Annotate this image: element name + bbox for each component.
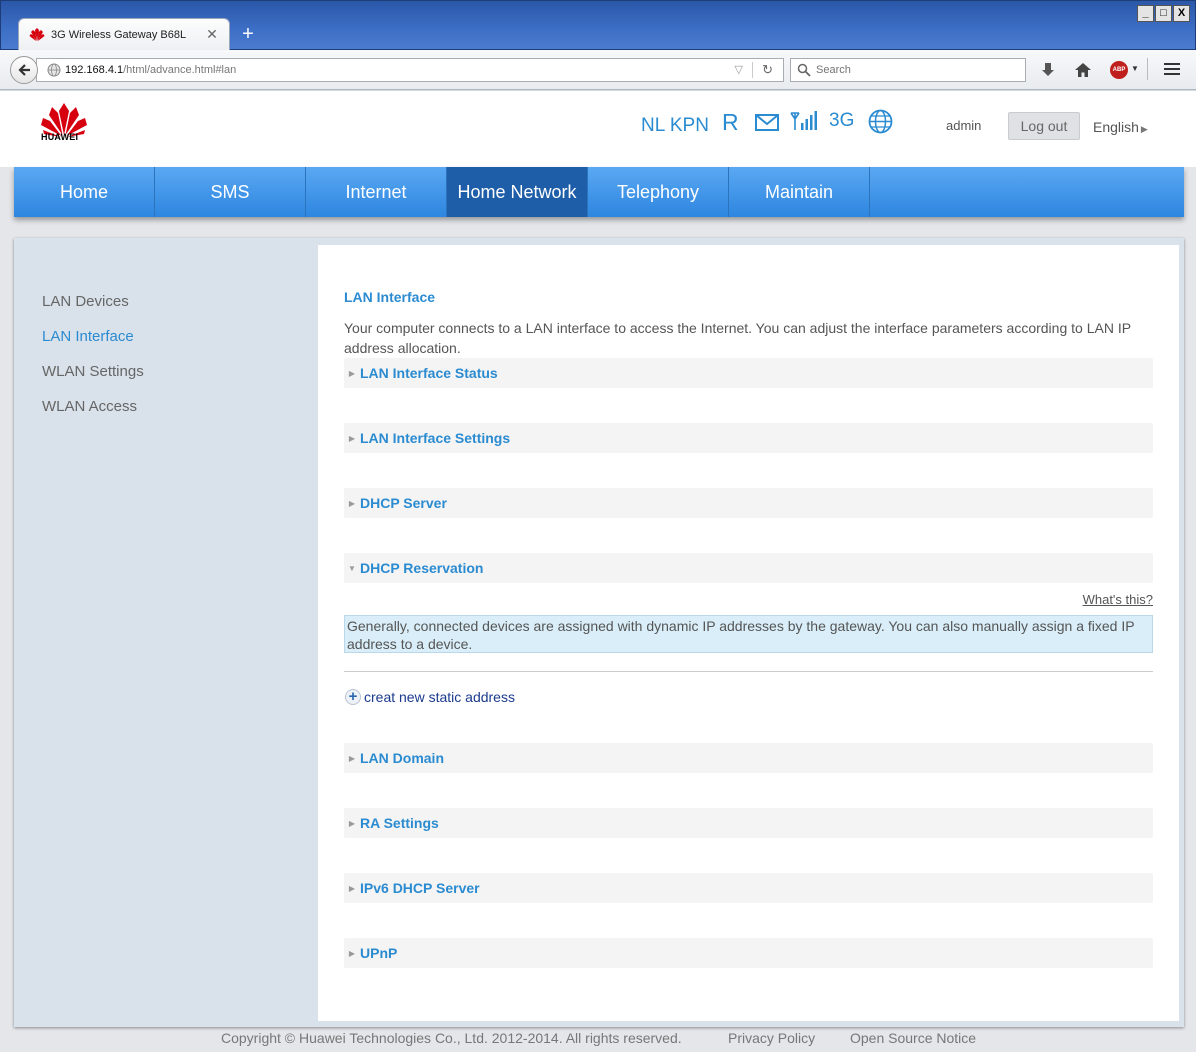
- tab-title: 3G Wireless Gateway B68L: [51, 28, 187, 41]
- back-button[interactable]: [10, 56, 38, 84]
- home-icon[interactable]: [1073, 60, 1093, 80]
- roaming-indicator: R: [722, 109, 739, 135]
- page-description: Your computer connects to a LAN interfac…: [344, 320, 1131, 356]
- signal-bars-icon: [790, 111, 817, 130]
- abp-icon[interactable]: ABP: [1110, 61, 1128, 79]
- section-label: IPv6 DHCP Server: [360, 880, 480, 896]
- search-input[interactable]: [816, 64, 1016, 76]
- page-title: LAN Interface: [344, 289, 436, 305]
- nav-telephony[interactable]: Telephony: [588, 167, 729, 217]
- chevron-right-icon: ▶: [348, 368, 356, 378]
- nav-home-network[interactable]: Home Network: [447, 167, 588, 217]
- section-label: DHCP Reservation: [360, 560, 484, 576]
- hamburger-menu-icon[interactable]: [1162, 60, 1182, 80]
- section-ra-settings[interactable]: ▶ RA Settings: [344, 808, 1153, 838]
- sidebar-item-wlan-access[interactable]: WLAN Access: [42, 398, 137, 415]
- url-separator: [752, 62, 753, 78]
- whats-this-link[interactable]: What's this?: [1083, 592, 1153, 607]
- add-static-address-label: creat new static address: [364, 689, 515, 705]
- sidebar-item-wlan-settings[interactable]: WLAN Settings: [42, 363, 144, 380]
- chevron-down-icon: ▼: [348, 563, 356, 573]
- language-selector[interactable]: English ▶: [1093, 119, 1148, 135]
- username: admin: [946, 118, 982, 133]
- add-static-address-button[interactable]: + creat new static address: [345, 689, 515, 705]
- section-label: DHCP Server: [360, 495, 447, 511]
- chevron-right-icon: ▶: [348, 753, 356, 763]
- section-label: UPnP: [360, 945, 398, 961]
- chevron-right-icon: ▶: [1140, 124, 1148, 134]
- main-navigation: Home SMS Internet Home Network Telephony…: [14, 167, 1184, 217]
- page-footer: Copyright © Huawei Technologies Co., Ltd…: [0, 1029, 1196, 1049]
- back-arrow-icon: [18, 64, 30, 76]
- chevron-right-icon: ▶: [348, 818, 356, 828]
- browser-search-box[interactable]: [790, 58, 1026, 82]
- plus-icon: +: [345, 689, 361, 705]
- section-lan-interface-status[interactable]: ▶ LAN Interface Status: [344, 358, 1153, 388]
- section-label: RA Settings: [360, 815, 439, 831]
- section-label: LAN Interface Status: [360, 365, 498, 381]
- section-dhcp-reservation[interactable]: ▼ DHCP Reservation: [344, 553, 1153, 583]
- operator-name: NL KPN: [641, 115, 709, 136]
- nav-home[interactable]: Home: [14, 167, 155, 217]
- page-header: HUAWEI NL KPN R 3G admin Log out English…: [0, 91, 1196, 167]
- nav-sms[interactable]: SMS: [155, 167, 306, 217]
- sidebar-item-lan-interface[interactable]: LAN Interface: [42, 328, 134, 345]
- reload-icon[interactable]: ↻: [762, 62, 773, 78]
- router-page: HUAWEI NL KPN R 3G admin Log out English…: [0, 91, 1196, 1052]
- section-lan-interface-settings[interactable]: ▶ LAN Interface Settings: [344, 423, 1153, 453]
- close-tab-icon[interactable]: ✕: [205, 26, 219, 43]
- chevron-right-icon: ▶: [348, 948, 356, 958]
- address-bar[interactable]: 192.168.4.1/html/advance.html#lan ▽ ↻: [36, 58, 784, 82]
- globe-icon: [868, 109, 893, 134]
- reservation-info: Generally, connected devices are assigne…: [344, 615, 1153, 653]
- minimize-button[interactable]: _: [1137, 5, 1154, 22]
- nav-maintain[interactable]: Maintain: [729, 167, 870, 217]
- content-area: LAN Devices LAN Interface WLAN Settings …: [14, 238, 1184, 1027]
- chevron-right-icon: ▶: [348, 883, 356, 893]
- nav-internet[interactable]: Internet: [306, 167, 447, 217]
- url-dropdown-icon[interactable]: ▽: [735, 63, 743, 76]
- section-label: LAN Domain: [360, 750, 444, 766]
- network-type: 3G: [829, 110, 855, 131]
- browser-tab[interactable]: 3G Wireless Gateway B68L ✕: [18, 18, 230, 50]
- chevron-down-icon[interactable]: ▼: [1131, 64, 1139, 73]
- chevron-right-icon: ▶: [348, 433, 356, 443]
- section-ipv6-dhcp-server[interactable]: ▶ IPv6 DHCP Server: [344, 873, 1153, 903]
- section-label: LAN Interface Settings: [360, 430, 511, 446]
- section-upnp[interactable]: ▶ UPnP: [344, 938, 1153, 968]
- section-dhcp-server[interactable]: ▶ DHCP Server: [344, 488, 1153, 518]
- open-source-notice-link[interactable]: Open Source Notice: [850, 1030, 976, 1046]
- new-tab-button[interactable]: +: [238, 24, 258, 44]
- globe-icon: [47, 63, 61, 77]
- download-arrow-icon[interactable]: [1038, 60, 1058, 80]
- toolbar-separator: [1147, 58, 1148, 80]
- brand-name: HUAWEI: [41, 132, 79, 142]
- search-icon: [797, 63, 811, 77]
- divider: [344, 671, 1153, 672]
- maximize-button[interactable]: □: [1155, 5, 1172, 22]
- chevron-right-icon: ▶: [348, 498, 356, 508]
- settings-panel: LAN Interface Your computer connects to …: [318, 245, 1179, 1021]
- huawei-logo-icon: [29, 27, 45, 41]
- section-lan-domain[interactable]: ▶ LAN Domain: [344, 743, 1153, 773]
- url-host: 192.168.4.1: [65, 64, 124, 76]
- language-label: English: [1093, 119, 1139, 135]
- sidebar: LAN Devices LAN Interface WLAN Settings …: [14, 238, 318, 1027]
- window-controls: _ □ X: [1137, 5, 1190, 22]
- mail-icon[interactable]: [755, 114, 779, 131]
- copyright-text: Copyright © Huawei Technologies Co., Ltd…: [221, 1030, 682, 1046]
- privacy-policy-link[interactable]: Privacy Policy: [728, 1030, 815, 1046]
- close-window-button[interactable]: X: [1173, 5, 1190, 22]
- sidebar-item-lan-devices[interactable]: LAN Devices: [42, 293, 129, 310]
- url-path: /html/advance.html#lan: [123, 64, 237, 76]
- logout-button[interactable]: Log out: [1008, 112, 1080, 140]
